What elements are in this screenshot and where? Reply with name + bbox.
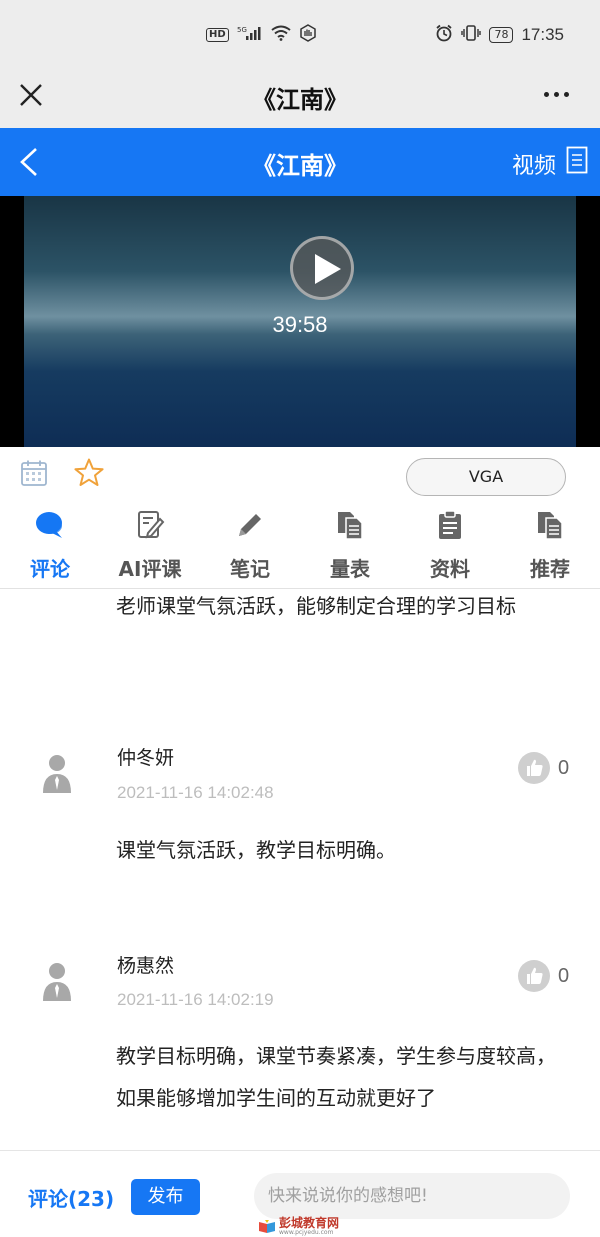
avatar	[40, 753, 74, 793]
privacy-hand-icon	[299, 24, 317, 46]
tab-comments[interactable]: 评论	[0, 505, 100, 588]
like-count: 0	[558, 757, 570, 779]
status-bar: HD 5G 78 17:35	[0, 0, 600, 64]
comment-author: 杨惠然	[117, 955, 175, 977]
video-frame[interactable]: 39:58	[24, 196, 576, 447]
more-dot-icon	[564, 91, 569, 97]
like-count: 0	[558, 965, 570, 987]
battery-indicator: 78	[489, 27, 514, 43]
page-title: 《江南》	[252, 86, 348, 114]
quality-select-button[interactable]: VGA	[406, 458, 566, 496]
thumbs-up-icon	[527, 759, 543, 776]
clipboard-icon	[439, 510, 461, 539]
documents-icon	[538, 512, 563, 540]
title-bar: 《江南》	[0, 64, 600, 128]
play-button[interactable]	[290, 236, 354, 300]
clock: 17:35	[521, 25, 564, 44]
nav-title: 《江南》	[252, 152, 348, 180]
alarm-icon	[435, 24, 453, 46]
user-avatar-icon	[43, 755, 71, 793]
chat-bubble-icon	[36, 512, 62, 538]
video-player[interactable]: 39:58	[0, 196, 600, 447]
watermark-logo-icon	[259, 1219, 275, 1233]
more-dot-icon	[544, 91, 549, 97]
tab-label: 笔记	[230, 557, 270, 581]
comment-list[interactable]: 老师课堂气氛活跃，能够制定合理的学习目标 仲冬妍 2021-11-16 14:0…	[0, 589, 600, 1150]
tab-label: 评论	[30, 557, 70, 581]
favorite-star-icon[interactable]	[73, 457, 105, 489]
video-link[interactable]: 视频	[512, 148, 556, 180]
nav-bar: 《江南》 视频	[0, 128, 600, 196]
status-icons-right: 78 17:35	[435, 24, 564, 46]
comment-count: 评论(23)	[28, 1187, 115, 1211]
tab-label: 量表	[330, 557, 370, 581]
tab-bar: 评论 AI评课 笔记 量表 资料 推荐	[0, 505, 600, 589]
documents-icon	[338, 512, 363, 540]
tab-label: 推荐	[530, 557, 570, 581]
watermark-url: www.pcjyedu.com	[279, 1229, 334, 1236]
tab-label: 资料	[430, 557, 470, 581]
comment-text: 课堂气氛活跃，教学目标明确。	[116, 838, 396, 862]
action-row: VGA	[0, 447, 600, 505]
wifi-icon	[271, 25, 291, 45]
document-icon[interactable]	[566, 146, 588, 174]
comment-input[interactable]	[254, 1173, 570, 1219]
svg-text:5G: 5G	[237, 26, 247, 34]
tab-recommend[interactable]: 推荐	[500, 505, 600, 588]
comment-text: 教学目标明确，课堂节奏紧凑，学生参与度较高，如果能够增加学生间的互动就更好了	[116, 1044, 556, 1110]
more-dot-icon	[554, 91, 559, 97]
like-button[interactable]	[518, 960, 550, 992]
avatar	[40, 961, 74, 1001]
video-duration: 39:58	[272, 312, 328, 337]
comment-timestamp: 2021-11-16 14:02:19	[117, 990, 274, 1009]
watermark: 彭城教育网 www.pcjyedu.com	[258, 1217, 339, 1236]
tab-materials[interactable]: 资料	[400, 505, 500, 588]
like-button[interactable]	[518, 752, 550, 784]
tab-scale[interactable]: 量表	[300, 505, 400, 588]
hd-badge: HD	[206, 28, 229, 42]
status-icons-left: HD 5G	[206, 24, 317, 46]
thumbs-up-icon	[527, 967, 543, 984]
tab-label: AI评课	[118, 557, 182, 581]
signal-icon: 5G	[237, 25, 263, 45]
more-menu-button[interactable]	[544, 84, 574, 104]
vibrate-icon	[461, 24, 482, 46]
edit-note-icon	[138, 511, 165, 539]
comment-author: 仲冬妍	[117, 747, 175, 769]
tab-ai-review[interactable]: AI评课	[100, 505, 200, 588]
bottom-bar: 评论(23) 发布 彭城教育网 www.pcjyedu.com	[0, 1150, 600, 1237]
comment-text: 老师课堂气氛活跃，能够制定合理的学习目标	[116, 594, 516, 618]
publish-button[interactable]: 发布	[131, 1179, 200, 1215]
tab-notes[interactable]: 笔记	[200, 505, 300, 588]
user-avatar-icon	[43, 963, 71, 1001]
pencil-icon	[239, 514, 261, 536]
watermark-text: 彭城教育网	[279, 1216, 340, 1230]
comment-timestamp: 2021-11-16 14:02:48	[117, 783, 274, 802]
calendar-icon[interactable]	[20, 459, 48, 487]
